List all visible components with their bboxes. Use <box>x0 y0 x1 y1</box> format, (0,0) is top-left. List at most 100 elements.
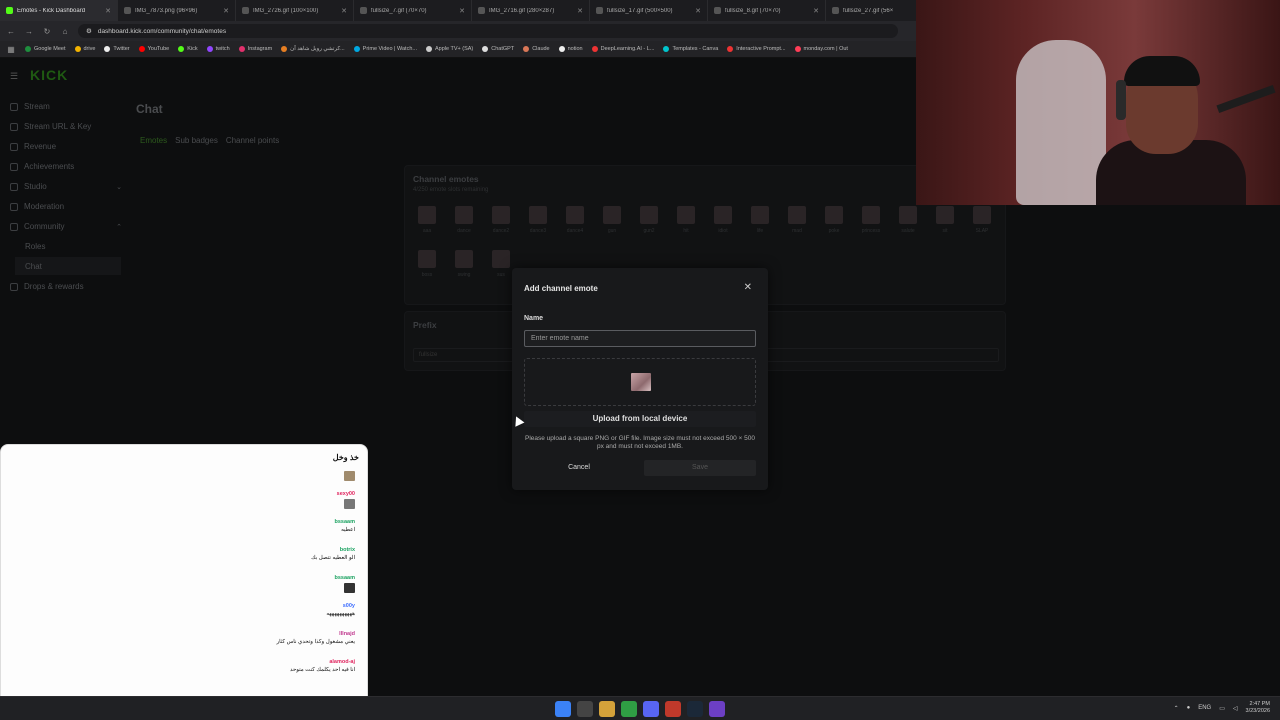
bookmark-instagram[interactable]: Instagram <box>238 46 272 52</box>
file-explorer-icon[interactable] <box>599 701 615 717</box>
chevron-up-icon[interactable]: ⌃ <box>1174 705 1179 712</box>
close-tab-icon[interactable]: ✕ <box>341 7 347 15</box>
apps-icon[interactable]: ▦ <box>6 45 16 54</box>
bookmark-drive[interactable]: drive <box>74 46 95 52</box>
bookmark-apple-tv[interactable]: Apple TV+ (SA) <box>425 46 473 52</box>
address-bar[interactable]: ⚙ dashboard.kick.com/community/chat/emot… <box>78 24 898 38</box>
bookmark-twitter[interactable]: Twitter <box>104 46 130 52</box>
prefix-title: Prefix <box>413 320 437 330</box>
sidebar-item-revenue[interactable]: Revenue <box>10 142 122 151</box>
emote-name-input[interactable] <box>524 330 756 347</box>
sidebar-item-achievements[interactable]: Achievements <box>10 162 122 171</box>
emote-item[interactable]: life <box>746 206 774 242</box>
sidebar-item-drops[interactable]: Drops & rewards <box>10 282 122 291</box>
bookmark-claude[interactable]: Claude <box>523 46 550 52</box>
image-dropzone[interactable] <box>524 358 756 406</box>
tab-fullsize-17[interactable]: fullsize_17.gif (500×500) ✕ <box>590 0 708 21</box>
chrome-icon[interactable] <box>621 701 637 717</box>
search-icon[interactable] <box>577 701 593 717</box>
close-tab-icon[interactable]: ✕ <box>577 7 583 15</box>
sidebar-item-moderation[interactable]: Moderation <box>10 202 122 211</box>
close-tab-icon[interactable]: ✕ <box>813 7 819 15</box>
emote-item[interactable]: dance <box>450 206 478 242</box>
kick-logo[interactable]: KICK <box>30 67 68 83</box>
reload-icon[interactable]: ↻ <box>42 27 52 36</box>
emote-thumbnail <box>677 206 695 224</box>
tab-sub-badges[interactable]: Sub badges <box>175 136 218 145</box>
close-tab-icon[interactable]: ✕ <box>695 7 701 15</box>
bookmark-arabic[interactable]: كرتشي رويل شاهد آن... <box>281 46 345 52</box>
sidebar-item-stream[interactable]: Stream <box>10 102 122 111</box>
emote-item[interactable]: sit <box>931 206 959 242</box>
save-button[interactable]: Save <box>644 460 756 476</box>
emote-thumbnail <box>825 206 843 224</box>
windows-start-icon[interactable] <box>555 701 571 717</box>
emote-item[interactable]: sus <box>487 250 515 286</box>
emote-item[interactable]: hit <box>672 206 700 242</box>
bookmark-kick[interactable]: Kick <box>178 46 198 52</box>
tab-img-2726[interactable]: IMG_2726.gif (100×100) ✕ <box>236 0 354 21</box>
bookmark-interactive-prompt[interactable]: Interactive Prompt... <box>727 46 786 52</box>
sidebar-item-studio[interactable]: Studio ⌄ <box>10 182 122 191</box>
emote-item[interactable]: idiot <box>709 206 737 242</box>
close-icon[interactable]: ✕ <box>744 282 752 293</box>
emote-item[interactable]: swing <box>450 250 478 286</box>
bookmark-monday[interactable]: monday.com | Out <box>794 46 848 52</box>
bookmark-prime-video[interactable]: Prime Video | Watch... <box>353 46 417 52</box>
sidebar-item-community[interactable]: Community ⌃ <box>10 222 122 231</box>
emote-item[interactable]: boss <box>413 250 441 286</box>
bookmark-google-meet[interactable]: Google Meet <box>25 46 66 52</box>
emote-item[interactable]: aaa <box>413 206 441 242</box>
emote-item[interactable]: salute <box>894 206 922 242</box>
site-info-icon[interactable]: ⚙ <box>86 27 92 35</box>
tab-img-2716[interactable]: IMG_2716.gif (280×287) ✕ <box>472 0 590 21</box>
cancel-button[interactable]: Cancel <box>546 460 612 476</box>
app-icon[interactable] <box>665 701 681 717</box>
sidebar-item-chat[interactable]: Chat <box>15 257 121 275</box>
emote-item[interactable]: SLAP <box>968 206 996 242</box>
mic-icon[interactable]: ● <box>1187 705 1191 711</box>
back-icon[interactable]: ← <box>6 27 16 36</box>
emote-item[interactable]: gun2 <box>635 206 663 242</box>
close-tab-icon[interactable]: ✕ <box>223 7 229 15</box>
emote-item[interactable]: dance3 <box>524 206 552 242</box>
sidebar-item-roles[interactable]: Roles <box>25 242 137 251</box>
emote-item[interactable]: princess <box>857 206 885 242</box>
bookmark-chatgpt[interactable]: ChatGPT <box>482 46 514 52</box>
tab-emotes[interactable]: Emotes - Kick Dashboard ✕ <box>0 0 118 21</box>
bookmark-youtube[interactable]: YouTube <box>138 46 169 52</box>
language-indicator[interactable]: ENG <box>1198 705 1211 711</box>
emote-item[interactable]: dance4 <box>561 206 589 242</box>
menu-icon[interactable]: ☰ <box>10 71 18 82</box>
forward-icon[interactable]: → <box>24 27 34 36</box>
steam-icon[interactable] <box>687 701 703 717</box>
emote-item[interactable]: gun <box>598 206 626 242</box>
network-icon[interactable]: ▭ <box>1219 705 1225 712</box>
sidebar-item-stream-key[interactable]: Stream URL & Key <box>10 122 122 131</box>
tab-fullsize-8[interactable]: fullsize_8.gif (70×70) ✕ <box>708 0 826 21</box>
gaming-chair <box>1016 40 1106 205</box>
upload-button[interactable]: Upload from local device <box>524 411 756 427</box>
bookmark-canva[interactable]: Templates - Canva <box>663 46 718 52</box>
close-tab-icon[interactable]: ✕ <box>105 7 111 15</box>
bookmark-twitch[interactable]: twitch <box>206 46 230 52</box>
tab-emotes[interactable]: Emotes <box>140 136 167 145</box>
bookmark-deeplearning[interactable]: DeepLearning.AI - L... <box>591 46 654 52</box>
tab-img-7873[interactable]: IMG_7873.png (96×96) ✕ <box>118 0 236 21</box>
discord-icon[interactable] <box>643 701 659 717</box>
emote-item[interactable]: dance2 <box>487 206 515 242</box>
tab-channel-points[interactable]: Channel points <box>226 136 279 145</box>
emote-preview-image <box>631 373 651 391</box>
emote-item[interactable]: poke <box>820 206 848 242</box>
tab-fullsize-7[interactable]: fullsize_7.gif (70×70) ✕ <box>354 0 472 21</box>
chat-message: lllnajd يعني مشغول وكذا وتحدي ناس كثار <box>276 631 355 645</box>
home-icon[interactable]: ⌂ <box>60 27 70 36</box>
chat-message: botrix الو العطيه تتصل بك <box>311 547 355 561</box>
bookmark-notion[interactable]: notion <box>558 46 583 52</box>
emote-item[interactable]: mad <box>783 206 811 242</box>
volume-icon[interactable]: ◁ <box>1233 705 1238 712</box>
close-tab-icon[interactable]: ✕ <box>459 7 465 15</box>
clock[interactable]: 2:47 PM 3/23/2026 <box>1246 701 1270 715</box>
obs-icon[interactable] <box>709 701 725 717</box>
headset <box>1116 80 1126 120</box>
